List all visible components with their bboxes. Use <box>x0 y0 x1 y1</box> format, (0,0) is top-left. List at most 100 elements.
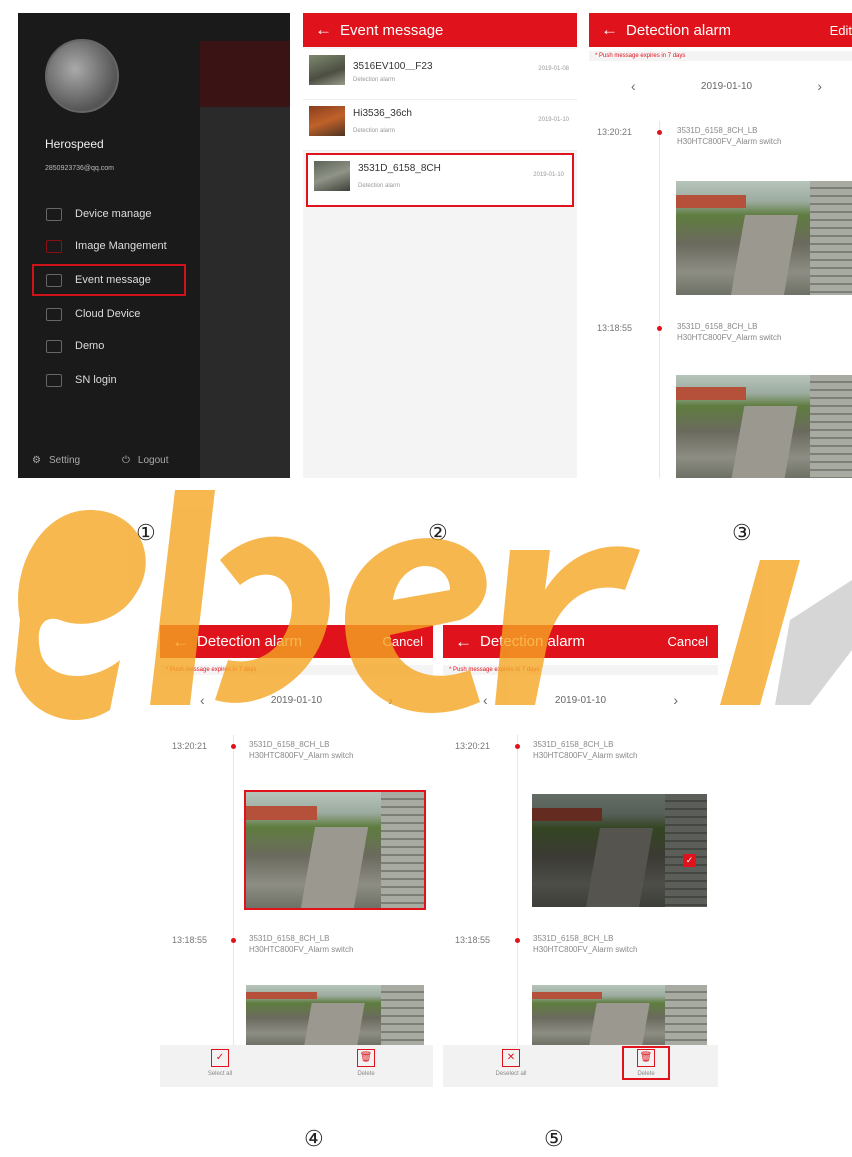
prev-date-button[interactable]: ‹ <box>589 78 654 94</box>
timeline-dot <box>231 938 236 943</box>
menu-item-event-message[interactable]: Event message <box>32 264 186 296</box>
trash-icon: 🗑 <box>357 1049 375 1067</box>
alarm-snapshot[interactable] <box>532 985 707 1045</box>
current-date: 2019-01-10 <box>270 694 323 706</box>
prev-date-button[interactable]: ‹ <box>443 692 506 708</box>
avatar[interactable] <box>45 39 119 113</box>
demo-icon <box>46 339 62 353</box>
event-name: 3531D_6158_8CH_LB H30HTC800FV_Alarm swit… <box>533 740 638 760</box>
event-name: 3531D_6158_8CH_LB H30HTC800FV_Alarm swit… <box>677 126 782 146</box>
expiry-note: * Push message expires in 7 days <box>443 665 718 675</box>
cancel-button[interactable]: Cancel <box>668 634 708 649</box>
timeline-dot <box>515 938 520 943</box>
bottom-action-bar: ✓ Select all 🗑 Delete <box>160 1045 433 1087</box>
selected-checkbox-icon[interactable]: ✓ <box>683 854 696 867</box>
cancel-button[interactable]: Cancel <box>383 634 423 649</box>
expiry-note: * Push message expires in 7 days <box>160 665 433 675</box>
device-icon <box>46 207 62 221</box>
back-arrow-icon[interactable]: ← <box>455 632 472 652</box>
select-all-button[interactable]: ✓ Select all <box>190 1049 250 1077</box>
timeline-dot <box>231 744 236 749</box>
alarm-snapshot[interactable] <box>246 985 424 1045</box>
date-navigator: ‹ 2019-01-10 › <box>160 689 433 711</box>
prev-date-button[interactable]: ‹ <box>160 692 223 708</box>
next-date-button[interactable]: › <box>799 78 852 94</box>
page-title: Event message <box>340 21 444 39</box>
close-icon: ✕ <box>502 1049 520 1067</box>
power-icon: ⏻ <box>122 455 130 466</box>
message-icon <box>46 273 62 287</box>
step-label-1: ① <box>136 520 156 545</box>
alarm-snapshot-selected[interactable] <box>532 794 707 907</box>
event-time: 13:18:55 <box>455 935 491 945</box>
expiry-note: * Push message expires in 7 days <box>589 51 852 61</box>
menu-item-cloud-device[interactable]: Cloud Device <box>18 303 208 325</box>
event-list-item[interactable]: 3516EV100＿F23 Detection alarm 2019-01-08 <box>303 49 577 100</box>
next-date-button[interactable]: › <box>370 692 433 708</box>
screen-side-menu: Herospeed 2850923736@qq.com Device manag… <box>18 13 290 478</box>
screen-detection-alarm-edit: ← Detection alarm Cancel * Push message … <box>160 625 433 1087</box>
event-list-item-selected[interactable]: 3531D_6158_8CH Detection alarm 2019-01-1… <box>306 153 574 207</box>
cloud-icon <box>46 307 62 321</box>
date-navigator: ‹ 2019-01-10 › <box>589 75 852 97</box>
timeline-line <box>233 735 234 1045</box>
timeline-line <box>659 121 660 478</box>
event-name: 3531D_6158_8CH_LB H30HTC800FV_Alarm swit… <box>677 322 782 342</box>
timeline-dot <box>515 744 520 749</box>
back-arrow-icon[interactable]: ← <box>601 20 618 40</box>
delete-button[interactable]: 🗑 Delete <box>336 1049 396 1077</box>
delete-button[interactable]: 🗑 Delete <box>622 1046 670 1080</box>
event-time: 13:20:21 <box>597 127 633 137</box>
timeline-dot <box>657 130 662 135</box>
event-time: 13:20:21 <box>455 741 491 751</box>
event-name: 3531D_6158_8CH_LB H30HTC800FV_Alarm swit… <box>533 934 638 954</box>
header-bar: ← Detection alarm Edit <box>589 13 852 47</box>
header-bar: ← Event message <box>303 13 577 47</box>
user-email: 2850923736@qq.com <box>45 165 114 172</box>
menu-item-image-mangement[interactable]: Image Mangement <box>18 235 208 257</box>
page-title: Detection alarm <box>480 633 586 650</box>
page-title: Detection alarm <box>626 21 732 39</box>
header-bar: ← Detection alarm Cancel <box>160 625 433 658</box>
event-thumbnail <box>309 55 345 85</box>
next-date-button[interactable]: › <box>655 692 718 708</box>
background-app-header <box>200 41 290 107</box>
alarm-snapshot[interactable] <box>676 181 852 295</box>
trash-icon: 🗑 <box>637 1049 655 1067</box>
header-bar: ← Detection alarm Cancel <box>443 625 718 658</box>
logout-button[interactable]: ⏻ Logout <box>122 455 169 466</box>
event-name: 3531D_6158_8CH_LB H30HTC800FV_Alarm swit… <box>249 740 354 760</box>
event-list-item[interactable]: Hi3536_36ch Detection alarm 2019-01-10 <box>303 100 577 151</box>
menu-item-sn-login[interactable]: SN login <box>18 369 208 391</box>
current-date: 2019-01-10 <box>554 694 607 706</box>
event-thumbnail <box>314 161 350 191</box>
edit-button[interactable]: Edit <box>830 23 852 38</box>
image-icon <box>46 239 62 253</box>
event-time: 13:20:21 <box>172 741 208 751</box>
menu-item-demo[interactable]: Demo <box>18 335 208 357</box>
step-label-3: ③ <box>732 520 752 545</box>
event-thumbnail <box>309 106 345 136</box>
step-label-4: ④ <box>304 1126 324 1151</box>
back-arrow-icon[interactable]: ← <box>315 20 332 40</box>
deselect-all-button[interactable]: ✕ Deselect all <box>481 1049 541 1077</box>
timeline-line <box>517 735 518 1045</box>
user-name: Herospeed <box>45 137 104 151</box>
back-arrow-icon[interactable]: ← <box>172 632 189 652</box>
event-time: 13:18:55 <box>597 323 633 333</box>
sn-login-icon <box>46 373 62 387</box>
alarm-snapshot[interactable] <box>676 375 852 478</box>
screen-event-message: ← Event message 3516EV100＿F23 Detection … <box>303 13 577 478</box>
step-label-5: ⑤ <box>544 1126 564 1151</box>
bottom-action-bar: ✕ Deselect all 🗑 Delete <box>443 1045 718 1087</box>
event-name: 3531D_6158_8CH_LB H30HTC800FV_Alarm swit… <box>249 934 354 954</box>
gear-icon: ⚙ <box>32 455 41 466</box>
menu-item-device-manage[interactable]: Device manage <box>18 203 208 225</box>
event-time: 13:18:55 <box>172 935 208 945</box>
alarm-snapshot-selected[interactable] <box>244 790 426 910</box>
page-title: Detection alarm <box>197 633 303 650</box>
setting-button[interactable]: ⚙ Setting <box>32 455 80 466</box>
current-date: 2019-01-10 <box>700 80 753 92</box>
timeline-dot <box>657 326 662 331</box>
screen-detection-alarm: ← Detection alarm Edit * Push message ex… <box>589 13 852 478</box>
